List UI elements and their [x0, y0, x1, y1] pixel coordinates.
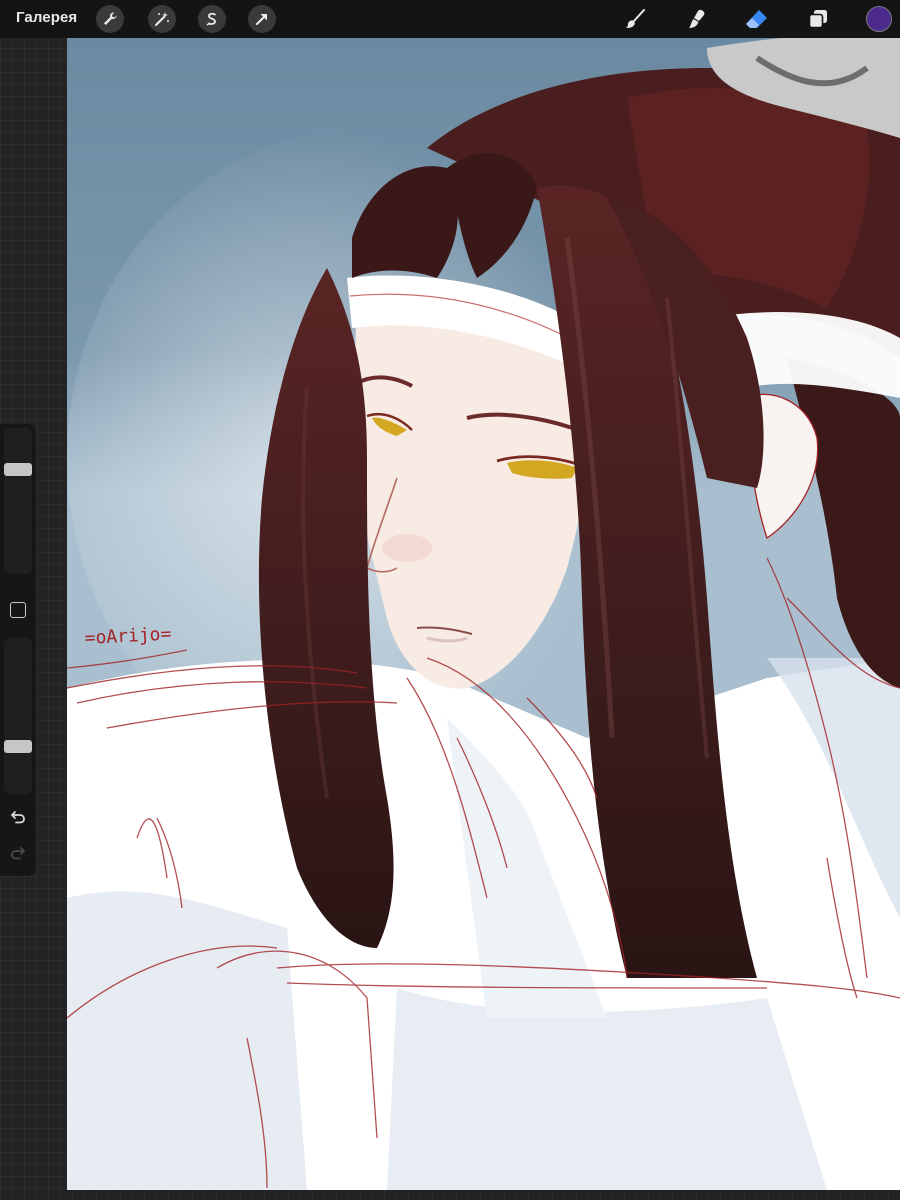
brush-size-slider-thumb[interactable]	[4, 463, 32, 476]
transform-button[interactable]	[248, 5, 276, 33]
drawing-canvas[interactable]: =oArijo=	[67, 38, 900, 1190]
wrench-icon	[104, 12, 117, 25]
selection-button[interactable]	[198, 5, 226, 33]
top-toolbar: Галерея	[0, 0, 900, 38]
undo-icon	[11, 811, 25, 824]
eraser-icon	[746, 10, 767, 28]
transform-arrow-icon	[256, 14, 267, 25]
brush-size-slider[interactable]	[4, 428, 32, 574]
eraser-tool[interactable]	[743, 6, 771, 32]
undo-button[interactable]	[8, 808, 28, 826]
modify-button[interactable]	[10, 602, 26, 618]
layers-tool[interactable]	[804, 6, 832, 32]
redo-button[interactable]	[8, 844, 28, 862]
layers-icon	[808, 10, 827, 29]
actions-button[interactable]	[96, 5, 124, 33]
opacity-slider[interactable]	[4, 638, 32, 794]
sidebar	[0, 424, 36, 876]
adjustments-button[interactable]	[148, 5, 176, 33]
brush-icon	[626, 9, 645, 28]
smudge-icon	[689, 9, 705, 28]
gallery-button[interactable]: Галерея	[16, 9, 77, 26]
artwork-illustration: =oArijo=	[67, 38, 900, 1190]
brush-tool[interactable]	[621, 6, 649, 32]
redo-icon	[11, 847, 25, 860]
magic-wand-icon	[155, 12, 169, 26]
selection-icon	[206, 12, 216, 26]
opacity-slider-thumb[interactable]	[4, 740, 32, 753]
color-picker-swatch[interactable]	[866, 6, 892, 32]
smudge-tool[interactable]	[683, 6, 711, 32]
